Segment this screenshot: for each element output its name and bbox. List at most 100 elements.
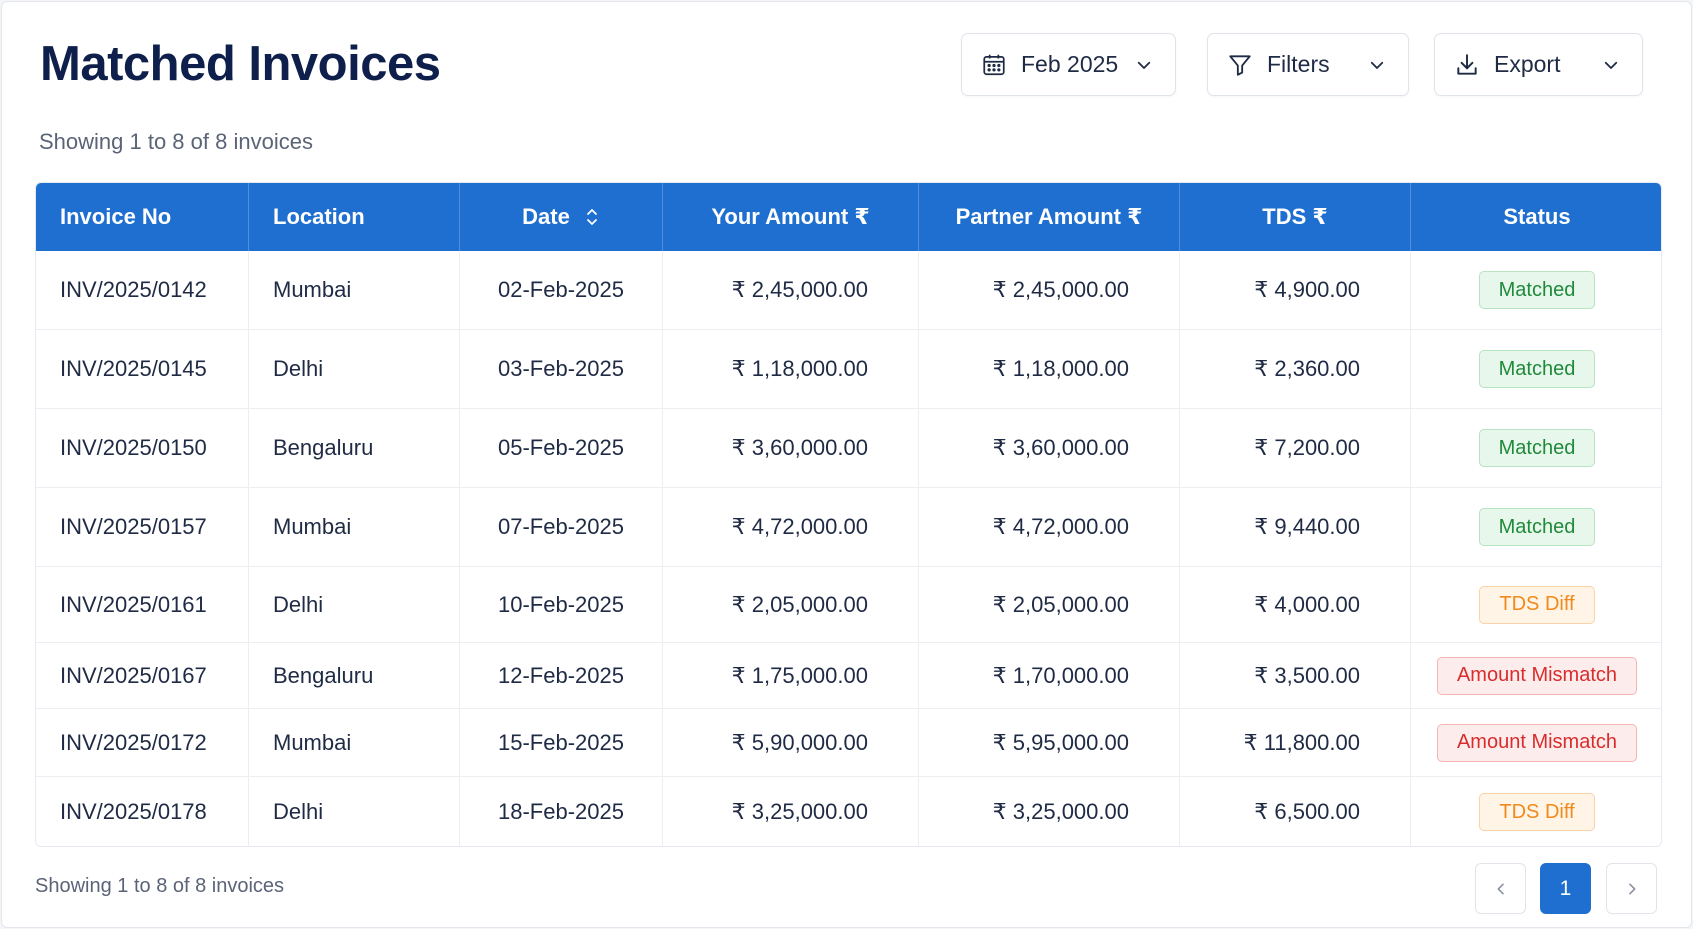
cell-invoice-no-text: INV/2025/0167: [60, 662, 207, 688]
cell-status: TDS Diff: [1411, 567, 1661, 642]
cell-location: Bengaluru: [249, 409, 460, 487]
cell-date-text: 10-Feb-2025: [498, 591, 624, 617]
cell-partner-amount: ₹ 3,25,000.00: [919, 777, 1180, 846]
cell-your-amount: ₹ 2,05,000.00: [663, 567, 919, 642]
cell-tds: ₹ 9,440.00: [1180, 488, 1411, 566]
cell-partner-amount-text: ₹ 1,18,000.00: [992, 356, 1129, 381]
chevron-right-icon: [1628, 883, 1635, 894]
cell-status: Matched: [1411, 330, 1661, 408]
cell-date: 10-Feb-2025: [460, 567, 663, 642]
status-badge: TDS Diff: [1479, 793, 1595, 831]
cell-date-text: 07-Feb-2025: [498, 514, 624, 539]
cell-your-amount: ₹ 3,25,000.00: [663, 777, 919, 846]
column-header-your-amount[interactable]: Your Amount ₹: [663, 183, 919, 251]
cell-partner-amount: ₹ 2,45,000.00: [919, 251, 1180, 329]
cell-partner-amount: ₹ 1,70,000.00: [919, 643, 1180, 708]
cell-your-amount-text: ₹ 5,90,000.00: [731, 729, 868, 755]
cell-your-amount-text: ₹ 1,18,000.00: [731, 356, 868, 381]
cell-location: Delhi: [249, 330, 460, 408]
cell-your-amount-text: ₹ 3,60,000.00: [731, 435, 868, 460]
cell-location: Mumbai: [249, 488, 460, 566]
status-badge: Matched: [1478, 508, 1596, 546]
invoices-table: Invoice No Location Date Your Amount ₹ P…: [35, 182, 1662, 847]
cell-your-amount: ₹ 2,45,000.00: [663, 251, 919, 329]
table-row[interactable]: INV/2025/0161 Delhi 10-Feb-2025 ₹ 2,05,000.…: [36, 567, 1661, 643]
sort-icon[interactable]: [584, 207, 600, 227]
column-header-location[interactable]: Location: [249, 183, 460, 251]
cell-partner-amount: ₹ 2,05,000.00: [919, 567, 1180, 642]
table-row[interactable]: INV/2025/0172 Mumbai 15-Feb-2025 ₹ 5,90,000…: [36, 709, 1661, 777]
cell-location: Delhi: [249, 777, 460, 846]
cell-invoice-no: INV/2025/0178: [36, 777, 249, 846]
column-header-status[interactable]: Status: [1411, 183, 1661, 251]
column-header-tds[interactable]: TDS ₹: [1180, 183, 1411, 251]
export-button[interactable]: Export: [1434, 33, 1643, 96]
cell-tds-text: ₹ 4,900.00: [1254, 277, 1360, 302]
cell-invoice-no: INV/2025/0172: [36, 709, 249, 776]
cell-date-text: 05-Feb-2025: [498, 435, 624, 460]
chevron-down-icon: [1368, 56, 1386, 74]
cell-tds: ₹ 2,360.00: [1180, 330, 1411, 408]
cell-tds-text: ₹ 6,500.00: [1254, 799, 1360, 824]
cell-date: 07-Feb-2025: [460, 488, 663, 566]
cell-status: Matched: [1411, 251, 1661, 329]
cell-tds: ₹ 4,000.00: [1180, 567, 1411, 642]
column-header-invoice-no[interactable]: Invoice No: [36, 183, 249, 251]
cell-tds: ₹ 4,900.00: [1180, 251, 1411, 329]
column-header-date[interactable]: Date: [460, 183, 663, 251]
filters-label: Filters: [1267, 51, 1330, 77]
cell-your-amount-text: ₹ 2,45,000.00: [731, 277, 868, 302]
cell-location: Bengaluru: [249, 643, 460, 708]
cell-tds: ₹ 3,500.00: [1180, 643, 1411, 708]
cell-status: TDS Diff: [1411, 777, 1661, 846]
cell-tds: ₹ 7,200.00: [1180, 409, 1411, 487]
cell-location: Mumbai: [249, 251, 460, 329]
column-header-date-label: Date: [522, 204, 570, 229]
page-1-button[interactable]: 1: [1540, 863, 1591, 914]
status-badge: TDS Diff: [1479, 585, 1595, 624]
cell-your-amount-text: ₹ 4,72,000.00: [731, 514, 868, 539]
table-row[interactable]: INV/2025/0142 Mumbai 02-Feb-2025 ₹ 2,45,000…: [36, 251, 1661, 330]
cell-location-text: Delhi: [273, 356, 324, 381]
table-row[interactable]: INV/2025/0167 Bengaluru 12-Feb-2025 ₹ 1,75,…: [36, 643, 1661, 709]
chevron-left-icon: [1497, 883, 1504, 894]
results-summary-bottom: Showing 1 to 8 of 8 invoices: [35, 875, 285, 897]
next-page-button[interactable]: [1606, 863, 1657, 914]
cell-tds-text: ₹ 3,500.00: [1254, 662, 1360, 688]
column-header-partner-amount[interactable]: Partner Amount ₹: [919, 183, 1180, 251]
cell-tds-text: ₹ 4,000.00: [1254, 591, 1360, 617]
cell-date: 02-Feb-2025: [460, 251, 663, 329]
cell-invoice-no-text: INV/2025/0157: [60, 514, 207, 539]
invoices-card: Matched Invoices Showing 1 to 8 of 8 inv…: [1, 1, 1692, 928]
filters-button[interactable]: Filters: [1207, 33, 1409, 96]
cell-partner-amount-text: ₹ 2,45,000.00: [992, 277, 1129, 302]
table-row[interactable]: INV/2025/0150 Bengaluru 05-Feb-2025 ₹ 3,60,…: [36, 409, 1661, 488]
cell-partner-amount: ₹ 1,18,000.00: [919, 330, 1180, 408]
cell-date-text: 12-Feb-2025: [498, 662, 624, 688]
month-picker-button[interactable]: Feb 2025: [961, 33, 1176, 96]
table-row[interactable]: INV/2025/0145 Delhi 03-Feb-2025 ₹ 1,18,000.…: [36, 330, 1661, 409]
cell-partner-amount: ₹ 4,72,000.00: [919, 488, 1180, 566]
cell-partner-amount-text: ₹ 3,25,000.00: [992, 799, 1129, 824]
download-icon: [1454, 52, 1480, 78]
table-row[interactable]: INV/2025/0178 Delhi 18-Feb-2025 ₹ 3,25,000.…: [36, 777, 1661, 846]
table-row[interactable]: INV/2025/0157 Mumbai 07-Feb-2025 ₹ 4,72,000…: [36, 488, 1661, 567]
cell-invoice-no-text: INV/2025/0161: [60, 591, 207, 617]
previous-page-button[interactable]: [1475, 863, 1526, 914]
cell-location-text: Bengaluru: [273, 662, 374, 688]
cell-partner-amount-text: ₹ 3,60,000.00: [992, 435, 1129, 460]
cell-status: Amount Mismatch: [1411, 643, 1661, 708]
cell-tds-text: ₹ 2,360.00: [1254, 356, 1360, 381]
month-picker-label: Feb 2025: [1021, 51, 1119, 77]
cell-partner-amount-text: ₹ 5,95,000.00: [992, 729, 1129, 755]
results-summary-top: Showing 1 to 8 of 8 invoices: [39, 129, 313, 154]
cell-location-text: Bengaluru: [273, 435, 374, 460]
cell-your-amount: ₹ 1,18,000.00: [663, 330, 919, 408]
cell-your-amount-text: ₹ 2,05,000.00: [731, 591, 868, 617]
cell-partner-amount: ₹ 5,95,000.00: [919, 709, 1180, 776]
chevron-down-icon: [1135, 56, 1153, 74]
cell-date: 18-Feb-2025: [460, 777, 663, 846]
cell-invoice-no: INV/2025/0167: [36, 643, 249, 708]
cell-location: Mumbai: [249, 709, 460, 776]
cell-location: Delhi: [249, 567, 460, 642]
